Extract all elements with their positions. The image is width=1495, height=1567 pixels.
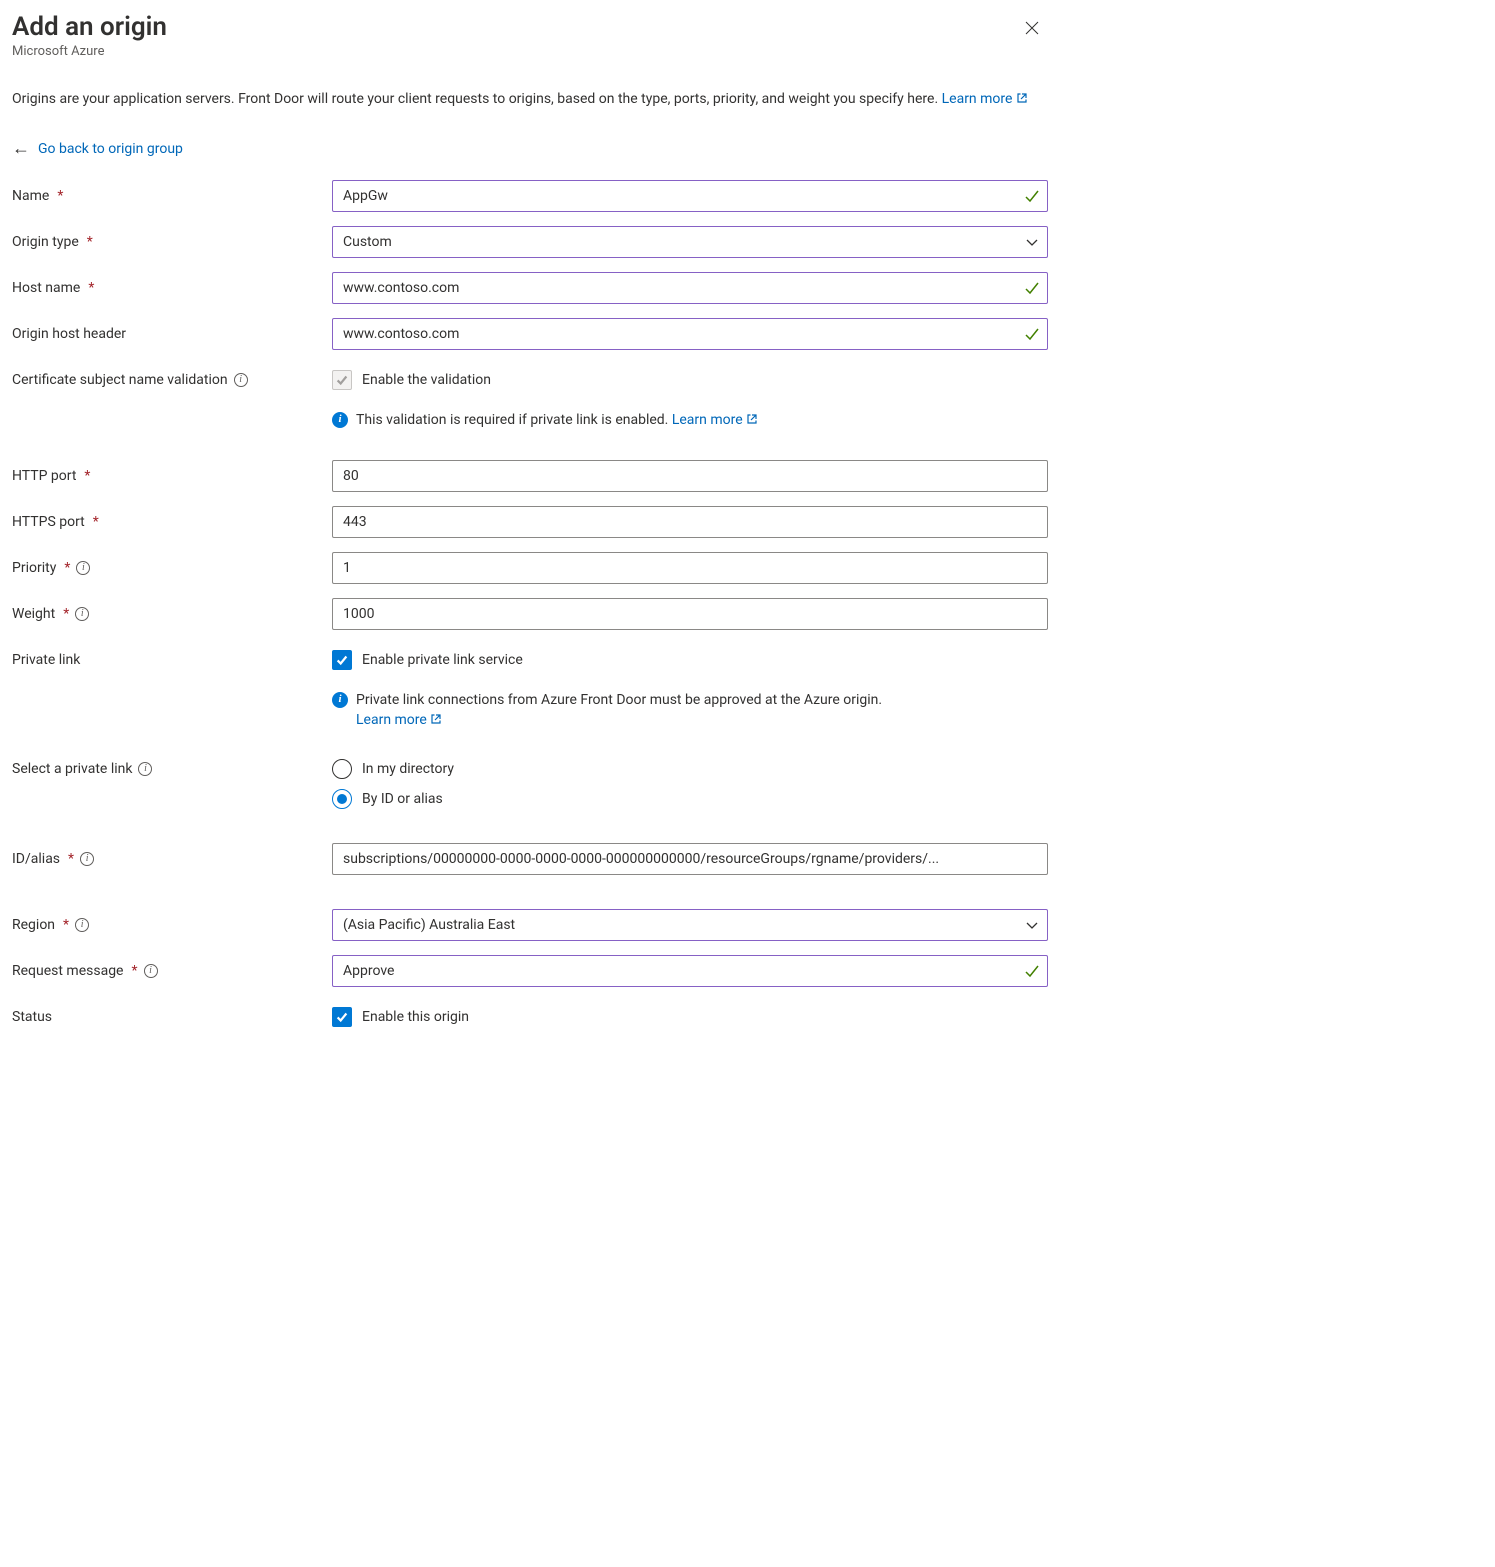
info-badge-icon: i [332,412,348,428]
info-icon[interactable] [75,918,89,932]
learn-more-link[interactable]: Learn more [672,412,758,428]
enable-private-link-label: Enable private link service [362,652,523,668]
back-to-origin-group-link[interactable]: ← Go back to origin group [12,140,183,158]
id-alias-input[interactable] [332,843,1048,875]
https-port-input[interactable] [332,506,1048,538]
origin-type-label: Origin type [12,234,79,250]
id-alias-label: ID/alias [12,851,60,867]
validation-info-banner: i This validation is required if private… [332,410,1048,431]
external-link-icon [1016,90,1028,110]
check-icon [1024,326,1040,342]
arrow-left-icon: ← [12,140,30,158]
panel-title: Add an origin [12,12,1048,42]
radio-icon [332,759,352,779]
select-private-link-label: Select a private link [12,761,132,777]
info-icon[interactable] [80,852,94,866]
request-message-input[interactable] [332,955,1048,987]
weight-label: Weight [12,606,55,622]
private-link-label: Private link [12,652,80,668]
close-button[interactable] [1018,14,1046,42]
http-port-label: HTTP port [12,468,76,484]
radio-by-id-or-alias[interactable]: By ID or alias [332,789,454,809]
required-indicator: * [57,188,63,204]
host-name-input[interactable] [332,272,1048,304]
region-select[interactable] [332,909,1048,941]
http-port-input[interactable] [332,460,1048,492]
private-link-info-banner: i Private link connections from Azure Fr… [332,690,1048,732]
radio-in-my-directory[interactable]: In my directory [332,759,454,779]
status-label: Status [12,1009,52,1025]
origin-host-header-input[interactable] [332,318,1048,350]
cert-validation-label: Certificate subject name validation [12,372,228,388]
learn-more-link[interactable]: Learn more [356,712,442,728]
name-input[interactable] [332,180,1048,212]
panel-subtitle: Microsoft Azure [12,44,1048,59]
intro-body: Origins are your application servers. Fr… [12,91,942,107]
host-name-label: Host name [12,280,80,296]
enable-validation-label: Enable the validation [362,372,491,388]
external-link-icon [746,411,758,431]
info-icon[interactable] [75,607,89,621]
priority-label: Priority [12,560,56,576]
region-label: Region [12,917,55,933]
external-link-icon [430,711,442,731]
https-port-label: HTTPS port [12,514,85,530]
check-icon [1024,280,1040,296]
intro-text: Origins are your application servers. Fr… [12,89,1048,110]
info-icon[interactable] [138,762,152,776]
check-icon [1024,963,1040,979]
origin-host-header-label: Origin host header [12,326,126,342]
check-icon [1024,188,1040,204]
priority-input[interactable] [332,552,1048,584]
info-icon[interactable] [76,561,90,575]
enable-origin-checkbox[interactable] [332,1007,352,1027]
request-message-label: Request message [12,963,123,979]
enable-origin-label: Enable this origin [362,1009,469,1025]
enable-private-link-checkbox[interactable] [332,650,352,670]
info-icon[interactable] [144,964,158,978]
info-badge-icon: i [332,692,348,708]
radio-icon [332,789,352,809]
name-label: Name [12,188,49,204]
info-icon[interactable] [234,373,248,387]
origin-type-select[interactable] [332,226,1048,258]
weight-input[interactable] [332,598,1048,630]
learn-more-link[interactable]: Learn more [942,91,1028,107]
close-icon [1024,20,1040,36]
enable-validation-checkbox [332,370,352,390]
